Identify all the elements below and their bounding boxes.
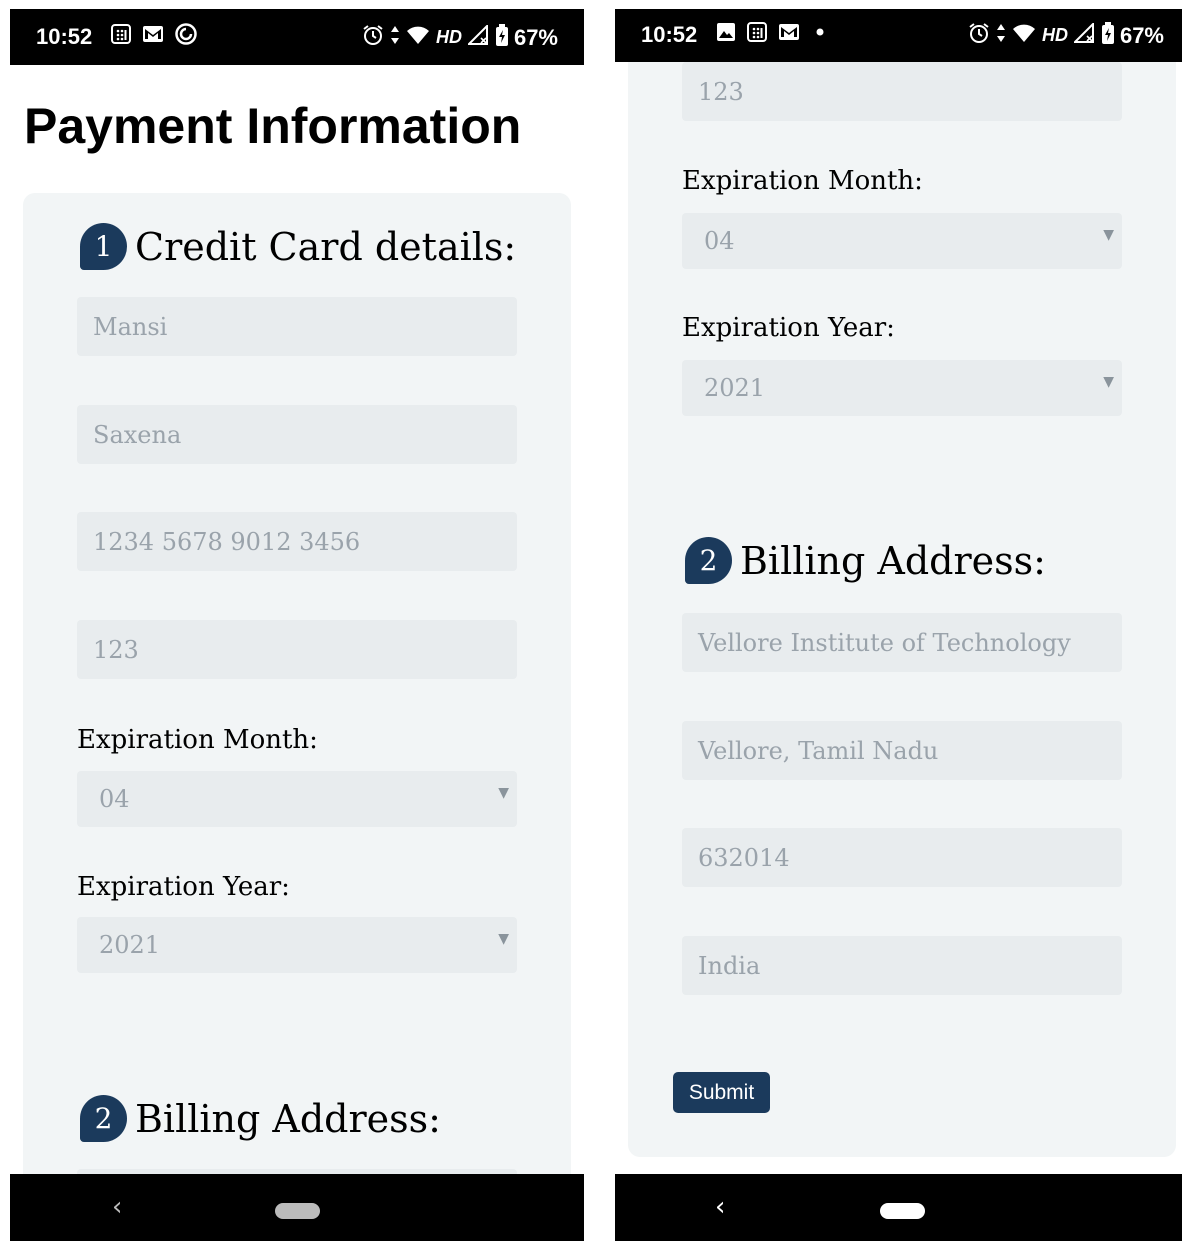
status-bar: 10:52 HD 67% xyxy=(10,9,584,65)
hd-indicator: HD xyxy=(435,27,462,47)
data-arrows-icon xyxy=(996,23,1006,48)
exp-month-value: 04 xyxy=(99,785,130,813)
status-bar: 10:52 HD 67% xyxy=(615,9,1182,62)
submit-button[interactable]: Submit xyxy=(673,1072,770,1113)
exp-year-value: 2021 xyxy=(99,931,161,959)
city-field[interactable]: Vellore, Tamil Nadu xyxy=(682,721,1122,780)
status-time: 10:52 xyxy=(36,24,93,49)
exp-month-label: Expiration Month: xyxy=(77,725,318,755)
home-pill-icon[interactable] xyxy=(275,1203,320,1219)
billing-heading-text: Billing Address: xyxy=(135,1096,441,1141)
billing-heading: 2 Billing Address: xyxy=(685,537,1046,584)
step-badge: 2 xyxy=(685,537,732,584)
payment-form-card: 123 Expiration Month: 04 ▼ Expiration Ye… xyxy=(628,9,1176,1157)
navigation-bar: ‹ xyxy=(615,1174,1182,1241)
data-arrows-icon xyxy=(390,25,400,50)
exp-year-select[interactable]: 2021 ▼ xyxy=(682,360,1122,416)
gmail-icon xyxy=(778,23,800,46)
hd-indicator: HD xyxy=(1041,25,1068,45)
calculator-icon xyxy=(110,23,132,50)
payment-form-card: 1 Credit Card details: Mansi Saxena 1234… xyxy=(23,193,571,1241)
alarm-icon xyxy=(968,22,990,49)
system-icons: HD 67% xyxy=(362,23,558,51)
phone-screen-right: 123 Expiration Month: 04 ▼ Expiration Ye… xyxy=(615,9,1182,1241)
exp-month-select[interactable]: 04 ▼ xyxy=(682,213,1122,269)
page-title: Payment Information xyxy=(24,98,522,154)
image-icon xyxy=(716,22,736,47)
back-icon[interactable]: ‹ xyxy=(112,1192,122,1222)
exp-year-select[interactable]: 2021 ▼ xyxy=(77,917,517,973)
alarm-icon xyxy=(362,24,384,51)
status-time: 10:52 xyxy=(641,22,698,47)
exp-month-select[interactable]: 04 ▼ xyxy=(77,771,517,827)
signal-icon xyxy=(466,23,490,50)
last-name-field[interactable]: Saxena xyxy=(77,405,517,464)
battery-icon xyxy=(495,24,508,51)
address-field[interactable]: Vellore Institute of Technology xyxy=(682,613,1122,672)
chevron-down-icon: ▼ xyxy=(498,931,509,947)
step-badge: 2 xyxy=(80,1095,127,1142)
chevron-down-icon: ▼ xyxy=(498,785,509,801)
exp-month-label: Expiration Month: xyxy=(682,166,923,196)
first-name-field[interactable]: Mansi xyxy=(77,297,517,356)
exp-month-value: 04 xyxy=(704,227,735,255)
zip-field[interactable]: 632014 xyxy=(682,828,1122,887)
country-field[interactable]: India xyxy=(682,936,1122,995)
vpn-icon xyxy=(174,22,198,51)
gmail-icon xyxy=(142,25,164,48)
wifi-icon xyxy=(406,25,430,50)
billing-heading: 2 Billing Address: xyxy=(80,1095,441,1142)
credit-card-heading-text: Credit Card details: xyxy=(135,224,517,269)
battery-percent: 67% xyxy=(1119,22,1164,48)
wifi-icon xyxy=(1012,23,1036,48)
card-number-field[interactable]: 1234 5678 9012 3456 xyxy=(77,512,517,571)
exp-year-label: Expiration Year: xyxy=(682,313,895,343)
chevron-down-icon: ▼ xyxy=(1103,374,1114,390)
navigation-bar: ‹ xyxy=(10,1174,584,1241)
credit-card-heading: 1 Credit Card details: xyxy=(80,223,516,270)
exp-year-label: Expiration Year: xyxy=(77,872,290,902)
chevron-down-icon: ▼ xyxy=(1103,227,1114,243)
billing-heading-text: Billing Address: xyxy=(740,538,1046,583)
home-pill-icon[interactable] xyxy=(880,1203,925,1219)
battery-percent: 67% xyxy=(513,24,558,50)
back-icon[interactable]: ‹ xyxy=(715,1192,725,1222)
more-notifications-dot-icon xyxy=(810,22,830,47)
calculator-icon xyxy=(746,21,768,48)
step-badge: 1 xyxy=(80,223,127,270)
phone-screen-left: 10:52 HD 67% Payment Information 1 Credi… xyxy=(10,9,584,1241)
system-icons: HD 67% xyxy=(968,21,1164,49)
notification-icons xyxy=(716,21,830,48)
cvv-field[interactable]: 123 xyxy=(682,62,1122,121)
signal-icon xyxy=(1072,21,1096,48)
battery-icon xyxy=(1101,22,1114,49)
notification-icons xyxy=(110,22,198,51)
exp-year-value: 2021 xyxy=(704,374,766,402)
cvv-field[interactable]: 123 xyxy=(77,620,517,679)
